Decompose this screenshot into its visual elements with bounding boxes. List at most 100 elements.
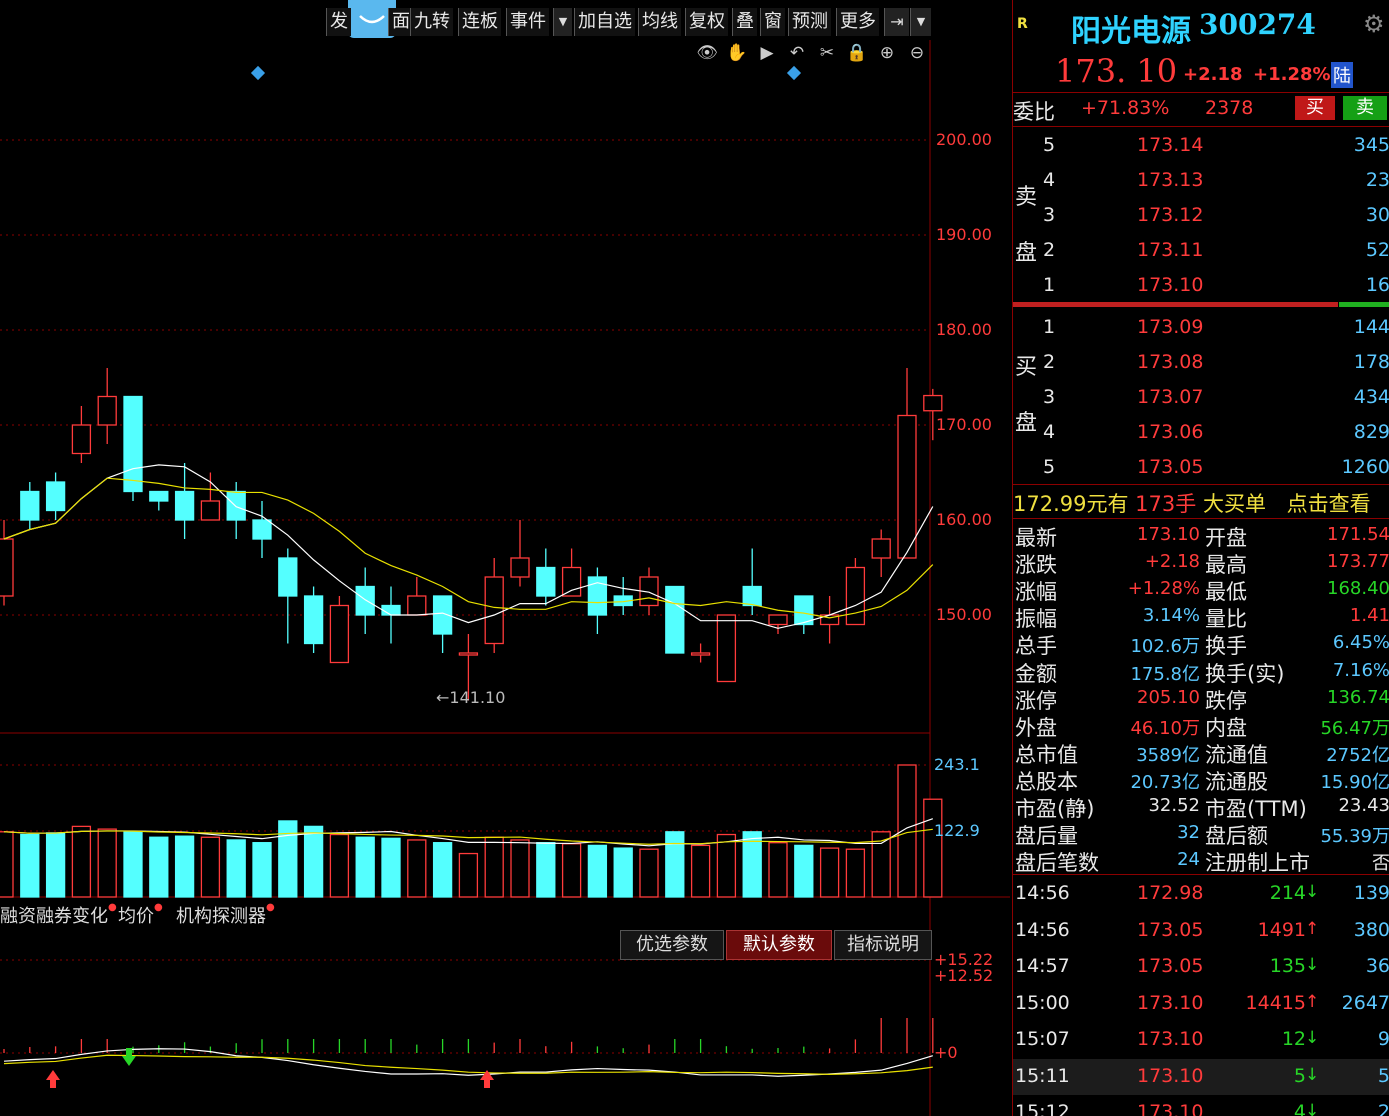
tick-row[interactable]: 15:00 173.10 14415 ↑ 2647: [1013, 986, 1389, 1022]
volume-bar: [484, 836, 504, 898]
candle[interactable]: [536, 548, 556, 606]
toolbar-button-0[interactable]: 发: [326, 8, 351, 36]
tab-institution-detector[interactable]: 机构探测器●: [176, 902, 275, 928]
eye-icon[interactable]: 👁: [696, 42, 718, 64]
candle[interactable]: [97, 368, 117, 444]
candle[interactable]: [432, 595, 453, 653]
candle[interactable]: [871, 529, 891, 578]
sell-level-row[interactable]: 5 173.14 345: [1013, 132, 1389, 162]
candle[interactable]: [716, 614, 737, 683]
indicator-help-button[interactable]: 指标说明: [834, 930, 932, 960]
buy-level-price: 173.09: [1137, 316, 1204, 338]
buy-level-volume: 434: [1353, 386, 1389, 408]
stat-label-2: 换手: [1205, 634, 1247, 659]
stat-value-2: 15.90亿: [1320, 771, 1389, 793]
sell-level-row[interactable]: 2 173.11 52: [1013, 237, 1389, 267]
toolbar-button-3[interactable]: 连板: [458, 8, 501, 36]
tick-row[interactable]: 14:56 172.98 214 ↓ 139: [1013, 876, 1389, 912]
toolbar-button-10[interactable]: 预测: [788, 8, 831, 36]
candle[interactable]: [665, 585, 685, 654]
candle[interactable]: [174, 463, 195, 539]
candle[interactable]: [226, 482, 246, 539]
toolbar-button-7[interactable]: 复权: [685, 8, 728, 36]
buy-level-row[interactable]: 3 173.07 434: [1013, 384, 1389, 414]
candle[interactable]: [690, 643, 711, 663]
tick-row[interactable]: 15:07 173.10 12 ↓ 9: [1013, 1022, 1389, 1058]
hand-icon[interactable]: ✋: [726, 42, 748, 64]
candle[interactable]: [510, 520, 530, 587]
candle[interactable]: [20, 482, 40, 530]
stat-value: 32: [1177, 822, 1200, 844]
sell-level-row[interactable]: 1 173.10 16: [1013, 272, 1389, 302]
tab-average-price[interactable]: 均价●: [118, 902, 163, 928]
buy-level-row[interactable]: 5 173.05 1260: [1013, 454, 1389, 484]
toolbar-button-2[interactable]: 九转: [410, 8, 453, 36]
default-params-button[interactable]: 默认参数: [726, 930, 832, 960]
candle[interactable]: [329, 596, 350, 664]
tick-volume: 214: [1269, 882, 1306, 904]
candle[interactable]: [149, 490, 169, 511]
stat-value-2: 173.77: [1327, 551, 1389, 573]
preferred-params-button[interactable]: 优选参数: [620, 930, 724, 960]
sell-level-volume: 16: [1365, 274, 1389, 296]
tick-row[interactable]: 14:57 173.05 135 ↓ 36: [1013, 949, 1389, 985]
zoom-out-icon[interactable]: ⊖: [906, 42, 928, 64]
toolbar-button-5[interactable]: 加自选: [574, 8, 635, 36]
candle[interactable]: [613, 577, 633, 615]
toolbar-button-8[interactable]: 叠: [732, 8, 757, 36]
candle[interactable]: [123, 395, 143, 502]
candle[interactable]: [278, 548, 298, 644]
tick-price: 173.10: [1137, 991, 1204, 1014]
volume-bar: [819, 847, 840, 898]
toolbar-button-11[interactable]: 更多: [836, 8, 879, 36]
undo-icon[interactable]: ↶: [786, 42, 808, 64]
ma5-line: [3, 464, 934, 629]
candle[interactable]: [794, 595, 814, 634]
candle[interactable]: [71, 406, 92, 463]
candle[interactable]: [587, 567, 608, 635]
sell-level-row[interactable]: 3 173.12 30: [1013, 202, 1389, 232]
sell-button[interactable]: 卖: [1343, 96, 1387, 120]
volume-bar: [690, 844, 711, 898]
tick-row[interactable]: 15:12 173.10 4 ↓ 2: [1013, 1095, 1389, 1116]
tab-margin-trading[interactable]: 融资融券变化●: [0, 902, 117, 928]
tick-row[interactable]: 14:56 173.05 1491 ↑ 380: [1013, 913, 1389, 949]
candle[interactable]: [303, 586, 324, 654]
toolbar-button-4[interactable]: 事件: [506, 8, 549, 36]
candle[interactable]: [355, 567, 375, 635]
tick-row[interactable]: 15:11 173.10 5 ↓ 5: [1013, 1058, 1389, 1095]
volume-bar: [355, 836, 375, 898]
candle[interactable]: [200, 472, 221, 521]
stat-label-2: 量比: [1205, 607, 1247, 632]
stat-label-2: 开盘: [1205, 526, 1247, 550]
candle[interactable]: [252, 501, 272, 558]
scissors-icon[interactable]: ✂: [816, 42, 838, 64]
tick-count: 2647: [1341, 991, 1389, 1014]
candle[interactable]: [768, 614, 788, 634]
settings-gear-icon[interactable]: ⚙: [1363, 10, 1385, 38]
order-ratio-bar-green: [1339, 302, 1389, 307]
price-axis-label: 190.00: [936, 225, 992, 244]
candle[interactable]: [819, 596, 840, 644]
sell-level-volume: 345: [1353, 134, 1389, 156]
big-order-banner[interactable]: 172.99元有 173手 大买单 点击查看: [1013, 488, 1371, 518]
candle[interactable]: [45, 472, 66, 521]
lock-icon[interactable]: 🔒: [846, 42, 868, 64]
stat-row: 振幅 3.14% 量比 1.41: [1013, 603, 1389, 631]
buy-level-row[interactable]: 2 173.08 178: [1013, 349, 1389, 379]
toolbar-button-9[interactable]: 窗: [760, 8, 785, 36]
zoom-in-icon[interactable]: ⊕: [876, 42, 898, 64]
candle[interactable]: [897, 368, 917, 559]
candle[interactable]: [407, 577, 427, 616]
buy-level-row[interactable]: 4 173.06 829: [1013, 419, 1389, 449]
big-order-link[interactable]: 点击查看: [1287, 492, 1371, 516]
candle[interactable]: [0, 520, 14, 606]
play-icon[interactable]: ▶: [756, 42, 778, 64]
indicator-tabs: 融资融券变化● 均价● 机构探测器●: [0, 900, 1010, 928]
buy-button[interactable]: 买: [1295, 96, 1335, 120]
stat-value: +2.18: [1144, 551, 1200, 573]
stat-value: 20.73亿: [1130, 771, 1200, 793]
sell-level-row[interactable]: 4 173.13 23: [1013, 167, 1389, 197]
buy-level-row[interactable]: 1 173.09 144: [1013, 314, 1389, 344]
toolbar-button-6[interactable]: 均线: [638, 8, 681, 36]
